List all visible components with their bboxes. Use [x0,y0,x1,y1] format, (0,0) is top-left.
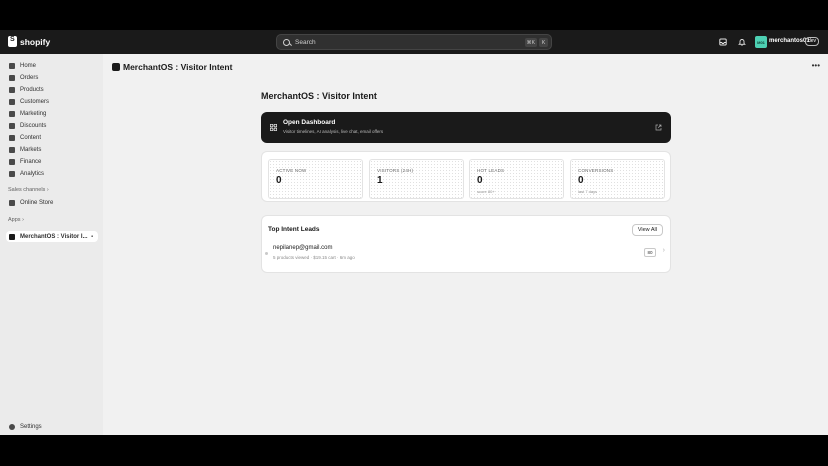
sales-channels-heading[interactable]: Sales channels › [8,187,49,193]
store-avatar[interactable]: M01 [755,36,767,48]
lead-row[interactable]: nepilanep@gmail.com 5 products viewed · … [262,242,670,264]
sidebar-item-merchantos[interactable]: MerchantOS : Visitor I... • [6,231,98,242]
stat-visitors: VISITORS (24H) 1 [369,159,464,199]
shortcut-key-k: K [539,38,548,47]
sidebar: Home Orders Products Customers Marketing… [0,54,103,435]
lead-meta: 5 products viewed · $19.15 cart · 6m ago [273,255,355,260]
chevron-right-icon: › [662,247,665,254]
status-dot-icon [265,252,268,255]
home-icon [9,62,15,69]
gear-icon [9,423,15,430]
stat-value: 1 [377,175,383,186]
stat-value: 0 [276,175,282,186]
lead-score-badge: 80 [644,248,656,257]
grid-icon [270,124,277,131]
app-icon [112,63,120,71]
sidebar-item-label: Customers [20,98,50,105]
pin-icon[interactable]: • [91,234,93,240]
stat-sub: score 80+ [477,189,495,194]
stat-active-now: ACTIVE NOW 0 [268,159,363,199]
apps-heading[interactable]: Apps › [8,217,24,223]
sidebar-item-settings[interactable]: Settings [6,421,98,432]
leads-title: Top Intent Leads [268,226,320,233]
tag-icon [9,86,15,93]
orders-icon [9,74,15,81]
sidebar-item-analytics[interactable]: Analytics [6,168,98,179]
chart-icon [9,170,15,177]
shopify-bag-icon [8,36,17,47]
bank-icon [9,158,15,165]
sidebar-item-label: Markets [20,146,42,153]
app-content: MerchantOS : Visitor Intent Open Dashboa… [103,76,828,435]
stat-value: 0 [578,175,584,186]
target-icon [9,110,15,117]
stat-label: VISITORS (24H) [377,168,414,173]
store-name[interactable]: merchantos01 [769,38,810,44]
lead-email: nepilanep@gmail.com [273,245,333,251]
sidebar-item-markets[interactable]: Markets [6,144,98,155]
sidebar-item-label: MerchantOS : Visitor I... [20,233,88,240]
sidebar-item-discounts[interactable]: Discounts [6,120,98,131]
app-header-title: MerchantOS : Visitor Intent [123,62,233,72]
stat-sub: last 7 days [578,189,598,194]
apps-label: Apps [8,217,21,223]
app-header: MerchantOS : Visitor Intent ••• [103,54,828,76]
shortcut-key-cmd: ⌘K [524,38,537,47]
sidebar-item-products[interactable]: Products [6,84,98,95]
screen: shopify Search ⌘K K M01 merchantos01 dev… [0,0,828,466]
sidebar-item-label: Analytics [20,170,45,177]
top-intent-leads-card: Top Intent Leads View All nepilanep@gmai… [261,215,671,273]
shopify-logo[interactable]: shopify [8,36,50,47]
person-icon [9,98,15,105]
dashboard-title: Open Dashboard [283,119,336,126]
sidebar-item-label: Orders [20,74,39,81]
view-all-button[interactable]: View All [631,224,663,236]
sidebar-item-online-store[interactable]: Online Store [6,197,98,208]
discount-icon [9,122,15,129]
store-icon [9,199,15,206]
page-title: MerchantOS : Visitor Intent [261,91,377,101]
stat-conversions: CONVERSIONS 0 last 7 days [570,159,665,199]
search-placeholder: Search [295,38,316,46]
sidebar-item-label: Home [20,62,37,69]
search-icon [283,38,290,46]
top-bar: shopify Search ⌘K K M01 merchantos01 dev [0,30,828,54]
sales-channels-label: Sales channels [8,187,46,193]
stats-panel: ACTIVE NOW 0 VISITORS (24H) 1 HOT LEADS … [261,151,671,202]
brand-name: shopify [20,36,51,47]
store-dev-badge: dev [805,37,820,46]
dashboard-subtitle: Visitor timelines, AI analysis, live cha… [283,129,384,134]
sidebar-item-home[interactable]: Home [6,60,98,71]
sidebar-item-orders[interactable]: Orders [6,72,98,83]
sidebar-item-label: Products [20,86,44,93]
open-dashboard-card[interactable]: Open Dashboard Visitor timelines, AI ana… [261,112,671,143]
bell-icon[interactable] [738,38,746,46]
sidebar-item-label: Discounts [20,122,47,129]
sidebar-item-customers[interactable]: Customers [6,96,98,107]
stat-label: ACTIVE NOW [276,168,307,173]
external-link-icon [655,124,662,131]
sidebar-item-label: Marketing [20,110,47,117]
stat-label: CONVERSIONS [578,168,614,173]
stat-label: HOT LEADS [477,168,505,173]
content-icon [9,134,15,141]
sidebar-item-marketing[interactable]: Marketing [6,108,98,119]
stat-value: 0 [477,175,483,186]
app-icon [9,233,15,240]
more-actions-icon[interactable]: ••• [812,61,820,70]
sidebar-item-label: Finance [20,158,42,165]
search-input[interactable]: Search ⌘K K [276,34,552,50]
sidebar-item-label: Online Store [20,199,54,206]
globe-icon [9,146,15,153]
sidebar-item-finance[interactable]: Finance [6,156,98,167]
sidebar-item-content[interactable]: Content [6,132,98,143]
sidebar-item-label: Settings [20,423,42,430]
stat-hot-leads: HOT LEADS 0 score 80+ [469,159,564,199]
inbox-icon[interactable] [719,38,727,46]
sidebar-item-label: Content [20,134,42,141]
